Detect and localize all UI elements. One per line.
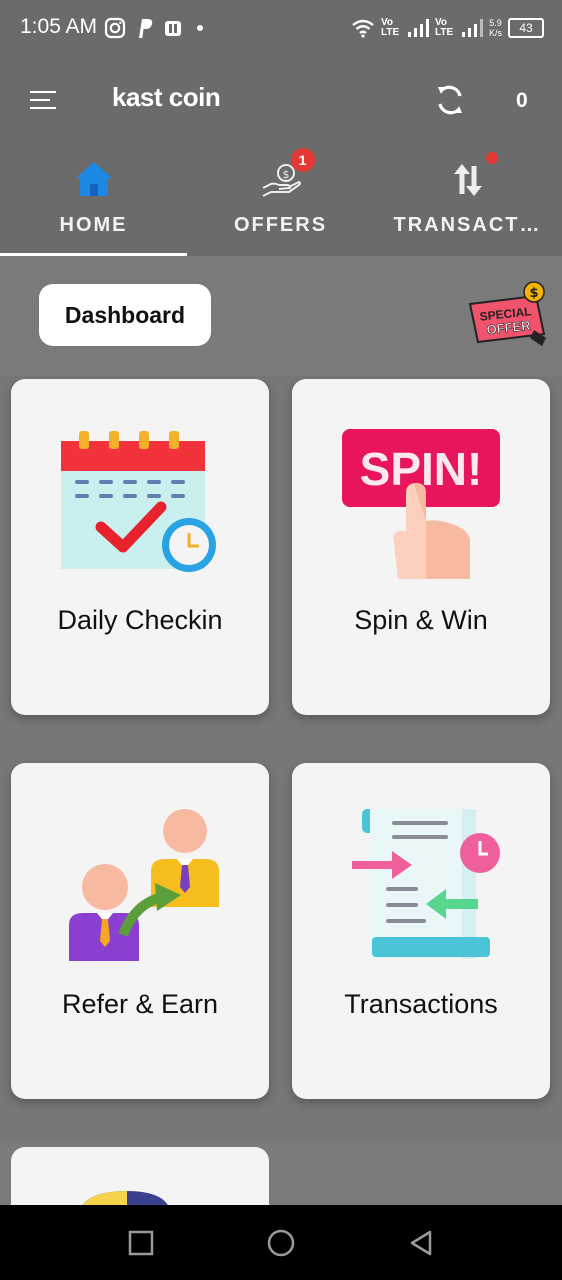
sync-icon[interactable] (434, 82, 466, 118)
card-refer-earn-label: Refer & Earn (61, 989, 219, 1019)
instagram-icon (104, 17, 126, 39)
system-icons: Vo LTE Vo LTE 5.9 K/s 43 (351, 14, 544, 42)
signal-2-icon (461, 19, 483, 37)
partial-card-art-icon (81, 1191, 169, 1207)
tab-home-label: HOME (59, 214, 128, 236)
system-nav-bar (0, 1205, 562, 1280)
refer-people-icon (69, 809, 219, 961)
signal-1-icon (407, 19, 429, 37)
menu-icon[interactable] (30, 90, 56, 110)
tab-offers-label: OFFERS (233, 214, 328, 236)
sim1-volte-label: Vo LTE (380, 17, 400, 38)
wifi-icon (352, 19, 374, 38)
coin-count: 0 (516, 89, 528, 112)
money-hand-icon: $ 1 (259, 148, 315, 202)
svg-text:$: $ (529, 286, 538, 301)
net-speed: 5.9 K/s (489, 18, 502, 38)
more-dot-icon (197, 25, 203, 31)
sim2-volte-label: Vo LTE (434, 17, 454, 38)
tab-offers[interactable]: $ 1 OFFERS (187, 144, 374, 256)
card-transactions[interactable]: Transactions (292, 763, 550, 1099)
card-daily-checkin[interactable]: Daily Checkin (11, 379, 269, 715)
paypal-icon (139, 19, 153, 38)
home-icon (75, 162, 112, 196)
status-bar: 1:05 AM Vo LTE Vo LTE 5.9 K/s 43 (0, 0, 562, 56)
tab-home[interactable]: HOME (0, 144, 187, 256)
app-bar: kast coin 0 (0, 56, 562, 144)
net-speed-unit: K/s (488, 28, 502, 38)
transactions-scroll-icon (352, 809, 500, 959)
home-circle-icon[interactable] (267, 1229, 295, 1257)
card-refer-earn[interactable]: Refer & Earn (11, 763, 269, 1099)
svg-text:$: $ (282, 168, 289, 181)
card-daily-checkin-label: Daily Checkin (57, 605, 223, 635)
notification-icons (104, 16, 208, 40)
next-row-partial (0, 1140, 562, 1207)
transactions-dot-badge (485, 152, 498, 164)
card-partial[interactable] (11, 1147, 269, 1207)
card-spin-win[interactable]: SPIN! Spin & Win (292, 379, 550, 715)
special-offer-banner[interactable]: $ SPECIAL OFFER (464, 280, 550, 352)
dashboard-header: Dashboard $ SPECIAL OFFER (0, 256, 562, 376)
spin-icon: SPIN! (342, 429, 500, 579)
recents-square-icon[interactable] (127, 1229, 155, 1257)
net-speed-value: 5.9 (489, 18, 502, 28)
app-title: kast coin (112, 82, 221, 112)
tab-transactions[interactable]: TRANSACT… (374, 144, 561, 256)
card-transactions-label: Transactions (344, 989, 498, 1019)
offers-badge: 1 (290, 148, 315, 172)
tab-transactions-label: TRANSACT… (393, 214, 542, 236)
tab-bar: HOME $ 1 OFFERS TRANSACT… (0, 144, 562, 256)
battery-level: 43 (519, 21, 533, 35)
status-time: 1:05 AM (20, 15, 98, 38)
transfer-arrows-icon (446, 152, 498, 202)
battery-icon: 43 (508, 18, 544, 38)
dashboard-button[interactable]: Dashboard (39, 284, 211, 346)
feature-grid: Daily Checkin SPIN! Spin & Win Refer & E… (0, 376, 562, 1140)
app-notification-icon (165, 21, 181, 36)
back-triangle-icon[interactable] (408, 1229, 436, 1257)
card-spin-win-label: Spin & Win (354, 605, 488, 635)
calendar-check-icon (61, 431, 216, 572)
